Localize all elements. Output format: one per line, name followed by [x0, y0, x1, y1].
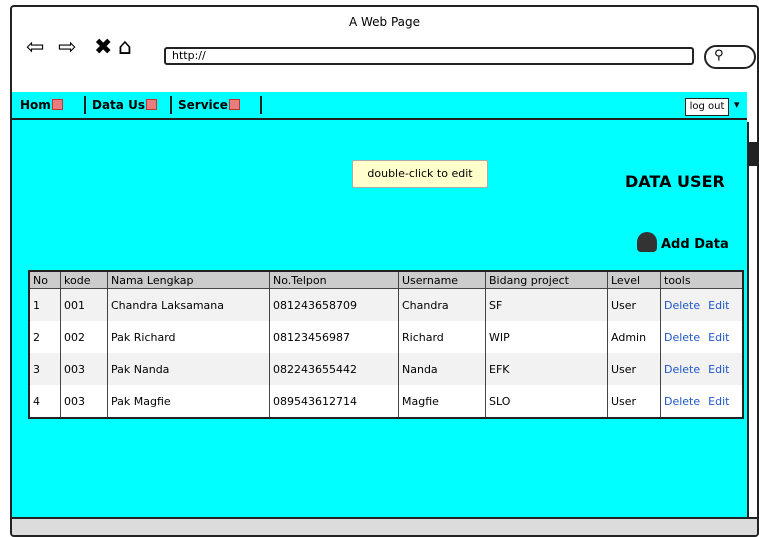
delete-button[interactable]: Delete: [664, 395, 700, 408]
table-row: 1 001 Chandra Laksamana 081243658709 Chandra…: [28, 288, 744, 321]
table-header-row: No kode Nama Lengkap No.Telpon Username …: [28, 270, 744, 289]
col-no: No: [28, 270, 61, 289]
forward-arrow-icon[interactable]: ⇨: [58, 37, 76, 59]
scroll-thumb[interactable]: [749, 142, 757, 166]
window-title: A Web Page: [348, 15, 421, 29]
menu-toggle-icon[interactable]: ▾: [734, 98, 746, 116]
search-icon: ⚲: [714, 48, 724, 63]
edit-button[interactable]: Edit: [708, 299, 729, 312]
table-row: 4 003 Pak Magfie 089543612714 Magfie SLO User …: [28, 385, 744, 418]
link-marker-icon: [145, 99, 157, 110]
delete-button[interactable]: Delete: [664, 331, 700, 344]
nav-divider: [84, 96, 86, 114]
col-bidang: Bidang project: [485, 270, 608, 289]
col-telpon: No.Telpon: [269, 270, 399, 289]
add-data-button[interactable]: Add Data: [637, 232, 729, 252]
delete-button[interactable]: Delete: [664, 363, 700, 376]
nav-home[interactable]: Hom: [20, 98, 63, 112]
user-add-icon: [637, 232, 657, 252]
browser-window: A Web Page ⇦ ⇨ ✖ ⌂ http:// ⚲ Hom Data Us…: [10, 5, 759, 537]
vertical-scrollbar[interactable]: [747, 122, 757, 517]
link-marker-icon: [51, 99, 63, 110]
logout-button[interactable]: log out: [685, 98, 729, 116]
table-row: 3 003 Pak Nanda 082243655442 Nanda EFK User De…: [28, 353, 744, 385]
table-row: 2 002 Pak Richard 08123456987 Richard WIP Admi…: [28, 321, 744, 353]
top-nav: Hom Data Us Service log out ▾: [12, 92, 747, 120]
stop-icon[interactable]: ✖: [94, 37, 112, 59]
edit-tooltip: double-click to edit: [352, 160, 488, 188]
page-content: Hom Data Us Service log out ▾ double-cli…: [12, 92, 747, 517]
col-nama: Nama Lengkap: [107, 270, 270, 289]
page-title: DATA USER: [625, 172, 725, 191]
nav-divider: [170, 96, 172, 114]
edit-button[interactable]: Edit: [708, 331, 729, 344]
nav-data-user[interactable]: Data Us: [92, 98, 157, 112]
url-field[interactable]: http://: [164, 47, 694, 65]
back-arrow-icon[interactable]: ⇦: [26, 37, 44, 59]
link-marker-icon: [228, 99, 240, 110]
add-data-label: Add Data: [661, 237, 729, 252]
edit-button[interactable]: Edit: [708, 395, 729, 408]
search-button[interactable]: ⚲: [704, 45, 756, 69]
home-icon[interactable]: ⌂: [118, 37, 132, 59]
col-level: Level: [607, 270, 661, 289]
nav-divider: [260, 96, 262, 114]
nav-service[interactable]: Service: [178, 98, 240, 112]
col-username: Username: [398, 270, 486, 289]
edit-button[interactable]: Edit: [708, 363, 729, 376]
col-kode: kode: [60, 270, 108, 289]
users-table: No kode Nama Lengkap No.Telpon Username …: [28, 270, 744, 419]
delete-button[interactable]: Delete: [664, 299, 700, 312]
col-tools: tools: [660, 270, 744, 289]
status-bar: [12, 517, 757, 535]
